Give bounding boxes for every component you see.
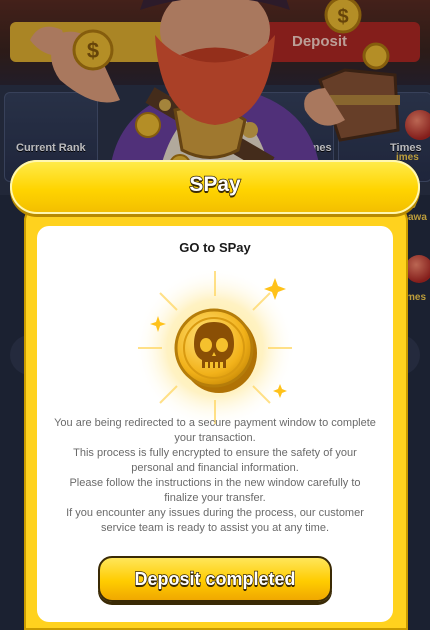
modal-subtitle: GO to SPay xyxy=(179,240,251,255)
skull-coin-icon xyxy=(135,268,295,426)
message-line: You are being redirected to a secure pay… xyxy=(54,417,376,444)
modal-header: SPay xyxy=(10,160,420,214)
message-line: If you encounter any issues during the p… xyxy=(66,507,364,534)
message-line: This process is fully encrypted to ensur… xyxy=(73,447,357,474)
message-line: Please follow the instructions in the ne… xyxy=(69,477,361,504)
modal-title: SPay xyxy=(189,172,242,197)
redirect-message: You are being redirected to a secure pay… xyxy=(53,416,377,536)
deposit-completed-button[interactable]: Deposit completed xyxy=(98,556,332,602)
